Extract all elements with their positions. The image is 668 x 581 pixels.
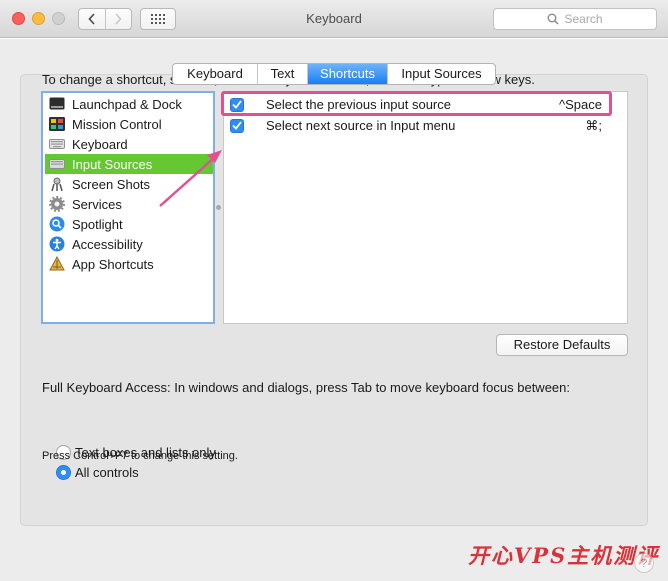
search-field[interactable]: Search — [493, 8, 657, 30]
shortcut-key[interactable]: ⌘; — [585, 118, 602, 134]
shortcut-list[interactable]: Select the previous input source ^Space … — [223, 91, 628, 324]
search-placeholder: Search — [564, 12, 603, 26]
category-launchpad-dock[interactable]: Launchpad & Dock — [45, 94, 213, 114]
keyboard-icon — [49, 136, 65, 152]
category-label: Screen Shots — [72, 176, 151, 192]
category-label: Input Sources — [72, 156, 153, 172]
accessibility-icon — [49, 236, 65, 252]
checkmark-icon — [232, 100, 242, 109]
category-label: App Shortcuts — [72, 256, 154, 272]
tab-input-sources[interactable]: Input Sources — [387, 64, 495, 84]
shortcut-checkbox[interactable] — [230, 97, 244, 112]
app-shortcuts-icon — [49, 256, 65, 272]
tab-shortcuts[interactable]: Shortcuts — [307, 64, 387, 84]
restore-defaults-button[interactable]: Restore Defaults — [496, 334, 628, 356]
split-view-divider[interactable] — [216, 205, 221, 210]
tab-bar: Keyboard Text Shortcuts Input Sources — [172, 63, 496, 85]
spotlight-icon — [49, 216, 65, 232]
watermark-text: 开心VPS主机测评 — [468, 543, 660, 568]
category-screen-shots[interactable]: Screen Shots — [45, 174, 213, 194]
tab-keyboard[interactable]: Keyboard — [173, 64, 257, 84]
shortcut-label: Select the previous input source — [266, 97, 451, 112]
category-accessibility[interactable]: Accessibility — [45, 234, 213, 254]
radio-all-controls[interactable]: All controls — [56, 463, 139, 481]
shortcut-checkbox[interactable] — [230, 118, 244, 133]
category-keyboard[interactable]: Keyboard — [45, 134, 213, 154]
category-mission-control[interactable]: Mission Control — [45, 114, 213, 134]
screen-shots-icon — [49, 176, 65, 192]
shortcut-row-next-source[interactable]: Select next source in Input menu ⌘; — [224, 115, 627, 136]
help-button[interactable]: ? — [634, 553, 654, 573]
category-list[interactable]: Launchpad & Dock Mission Control Keyboar… — [41, 91, 215, 324]
radio-button[interactable] — [56, 464, 71, 480]
category-input-sources[interactable]: Input Sources — [45, 154, 213, 174]
category-label: Launchpad & Dock — [72, 96, 182, 112]
category-label: Services — [72, 196, 122, 212]
category-label: Mission Control — [72, 116, 162, 132]
shortcut-row-previous-source[interactable]: Select the previous input source ^Space — [224, 94, 627, 115]
category-app-shortcuts[interactable]: App Shortcuts — [45, 254, 213, 274]
checkmark-icon — [232, 121, 242, 130]
category-label: Accessibility — [72, 236, 143, 252]
shortcut-label: Select next source in Input menu — [266, 118, 456, 133]
full-keyboard-access-label: Full Keyboard Access: In windows and dia… — [42, 380, 570, 395]
tab-text[interactable]: Text — [257, 64, 307, 84]
setting-hint: Press Control+F7 to change this setting. — [42, 450, 238, 462]
gear-icon — [49, 196, 65, 212]
launchpad-dock-icon — [49, 96, 65, 112]
input-sources-icon — [49, 156, 65, 172]
search-icon — [547, 13, 560, 25]
shortcut-key[interactable]: ^Space — [559, 97, 602, 112]
category-label: Spotlight — [72, 216, 123, 232]
category-label: Keyboard — [72, 136, 128, 152]
radio-label: All controls — [75, 464, 139, 480]
window-titlebar: Keyboard Search — [0, 0, 668, 38]
category-services[interactable]: Services — [45, 194, 213, 214]
category-spotlight[interactable]: Spotlight — [45, 214, 213, 234]
mission-control-icon — [49, 116, 65, 132]
